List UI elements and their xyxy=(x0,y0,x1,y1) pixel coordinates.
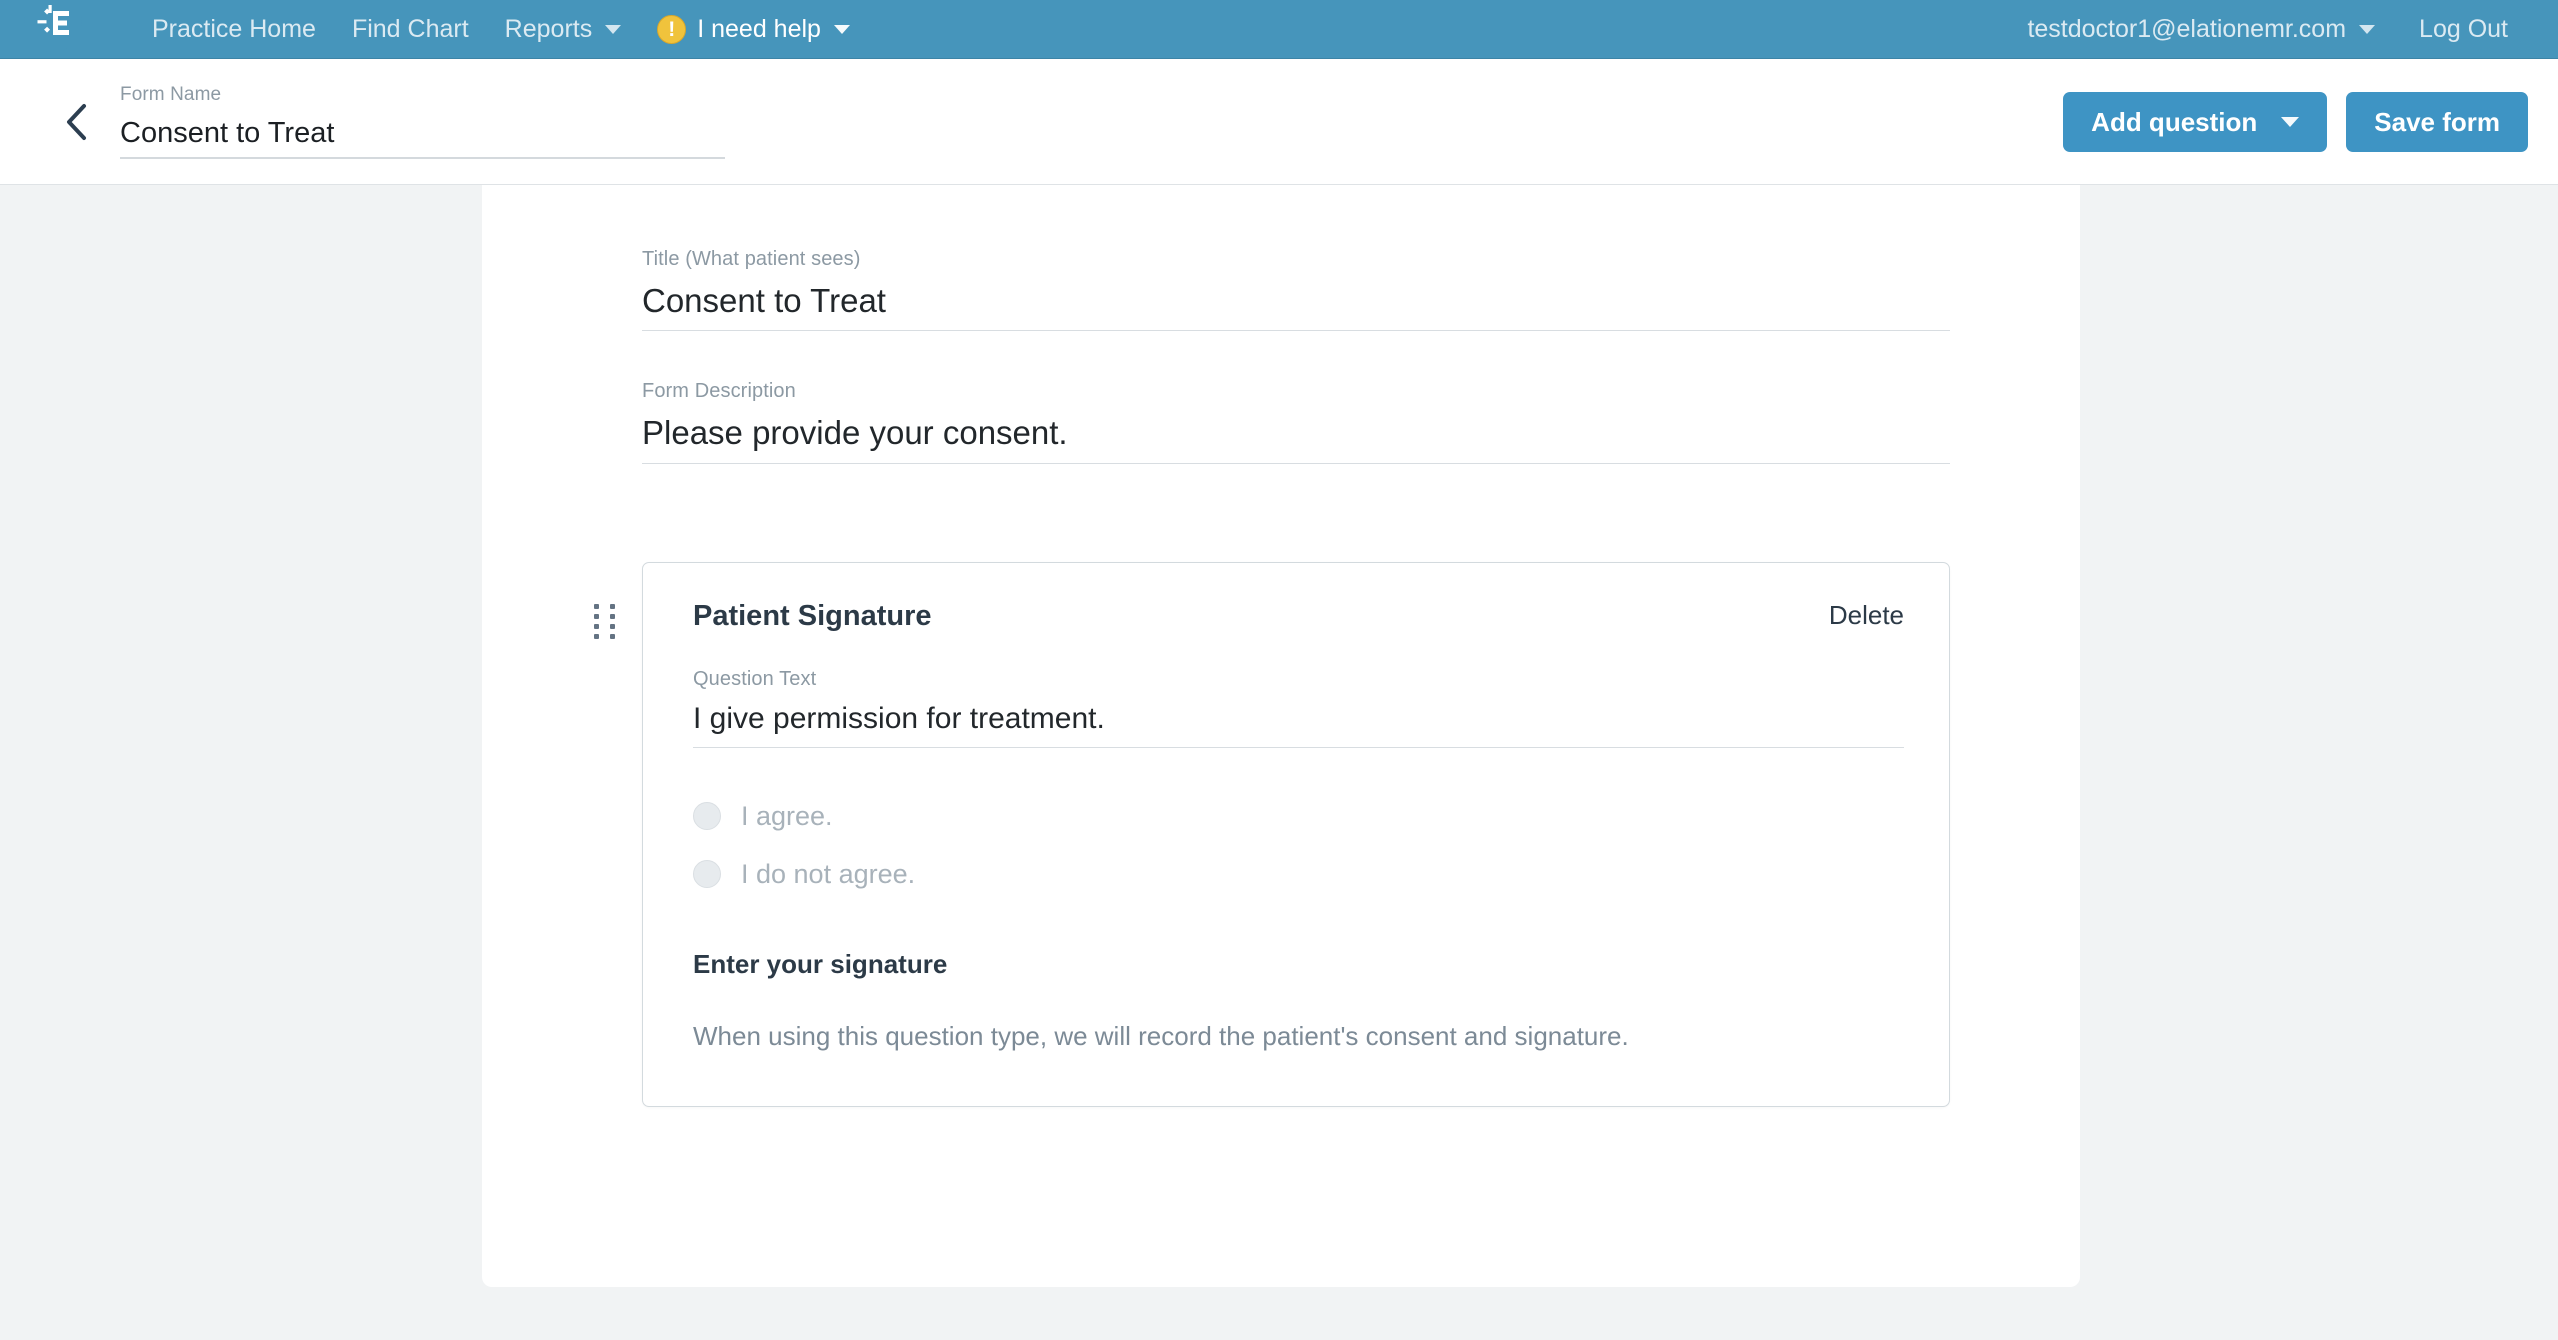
question-text-field[interactable]: Question Text I give permission for trea… xyxy=(693,667,1904,748)
back-chevron-icon xyxy=(67,103,86,140)
nav-item-reports[interactable]: Reports xyxy=(487,14,640,43)
form-title-label: Title (What patient sees) xyxy=(642,248,861,270)
top-navigation-bar: Practice Home Find Chart Reports ! I nee… xyxy=(0,0,2558,59)
form-title-field[interactable]: Title (What patient sees) Consent to Tre… xyxy=(642,247,1950,332)
nav-item-find-chart[interactable]: Find Chart xyxy=(334,14,487,43)
drag-dot xyxy=(594,613,599,619)
account-menu[interactable]: testdoctor1@elationemr.com xyxy=(2005,14,2397,43)
chevron-down-icon xyxy=(605,24,622,34)
nav-item-label: I need help xyxy=(697,14,821,43)
form-editor-content: Title (What patient sees) Consent to Tre… xyxy=(482,185,2080,1107)
logo-circle-background xyxy=(24,0,82,52)
save-form-label: Save form xyxy=(2374,106,2500,137)
account-email-label: testdoctor1@elationemr.com xyxy=(2027,14,2347,43)
signature-heading: Enter your signature xyxy=(693,948,948,979)
form-description-label: Form Description xyxy=(642,380,796,403)
drag-dot xyxy=(610,613,615,619)
form-name-label: Form Name xyxy=(120,83,222,105)
drag-dot xyxy=(610,603,615,609)
nav-item-practice-home[interactable]: Practice Home xyxy=(134,14,334,43)
drag-dot xyxy=(594,623,599,629)
field-spacer xyxy=(642,331,1950,379)
option-do-not-agree[interactable]: I do not agree. xyxy=(693,858,1904,890)
form-title-input[interactable]: Consent to Treat xyxy=(642,280,1950,321)
header-action-buttons: Add question Save form xyxy=(2063,91,2528,152)
option-label: I agree. xyxy=(741,800,833,831)
nav-item-label: Practice Home xyxy=(152,14,316,43)
save-form-button[interactable]: Save form xyxy=(2346,91,2528,152)
chevron-down-icon xyxy=(2359,24,2376,34)
warning-exclamation-icon: ! xyxy=(657,14,687,44)
drag-handle-icon[interactable] xyxy=(594,603,618,639)
question-card: Patient Signature Delete Question Text I… xyxy=(642,561,1950,1107)
nav-account-area: testdoctor1@elationemr.com Log Out xyxy=(2005,14,2530,43)
nav-item-label: Reports xyxy=(504,14,593,43)
form-editor-panel: Title (What patient sees) Consent to Tre… xyxy=(482,185,2080,1287)
drag-dot xyxy=(610,633,615,639)
nav-item-i-need-help[interactable]: ! I need help xyxy=(639,14,868,44)
back-button[interactable] xyxy=(58,103,96,141)
chevron-down-icon xyxy=(833,24,850,34)
add-question-button[interactable]: Add question xyxy=(2063,91,2328,152)
form-name-input[interactable]: Consent to Treat xyxy=(120,115,725,151)
form-name-field[interactable]: Form Name Consent to Treat xyxy=(120,83,725,160)
form-header-bar: Form Name Consent to Treat Add question … xyxy=(0,59,2558,185)
delete-question-button[interactable]: Delete xyxy=(1829,600,1904,631)
question-type-title: Patient Signature xyxy=(693,599,932,632)
radio-button-icon[interactable] xyxy=(693,801,721,830)
drag-dot xyxy=(594,603,599,609)
elation-e-logo-icon xyxy=(37,5,69,35)
nav-item-label: Find Chart xyxy=(351,14,469,43)
option-label: I do not agree. xyxy=(741,859,916,890)
page-body: Title (What patient sees) Consent to Tre… xyxy=(0,185,2558,1339)
nav-links: Practice Home Find Chart Reports ! I nee… xyxy=(134,14,868,44)
question-block: Patient Signature Delete Question Text I… xyxy=(594,561,1950,1107)
chevron-down-icon xyxy=(2281,116,2300,127)
add-question-label: Add question xyxy=(2091,106,2258,137)
question-card-header: Patient Signature Delete xyxy=(693,599,1904,634)
drag-dot xyxy=(610,623,615,629)
radio-button-icon[interactable] xyxy=(693,860,721,889)
logout-label: Log Out xyxy=(2419,14,2508,43)
form-description-field[interactable]: Form Description Please provide your con… xyxy=(642,379,1950,464)
form-description-input[interactable]: Please provide your consent. xyxy=(642,412,1950,453)
signature-note: When using this question type, we will r… xyxy=(693,1020,1629,1051)
drag-dot xyxy=(594,633,599,639)
question-text-label: Question Text xyxy=(693,668,817,691)
option-agree[interactable]: I agree. xyxy=(693,800,1904,832)
question-text-input[interactable]: I give permission for treatment. xyxy=(693,700,1904,738)
logout-link[interactable]: Log Out xyxy=(2397,14,2530,43)
elation-logo[interactable] xyxy=(24,0,82,58)
